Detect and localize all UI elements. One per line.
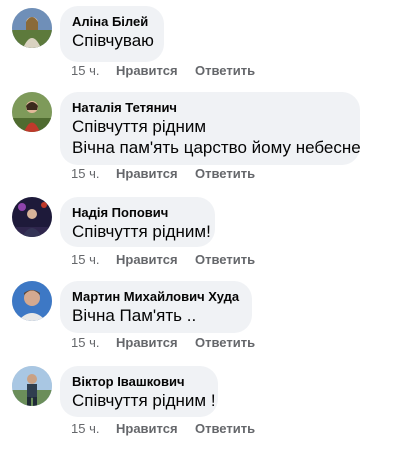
reply-button[interactable]: Ответить bbox=[195, 252, 255, 268]
comment-text: Співчуваю bbox=[72, 31, 154, 50]
comment-author[interactable]: Наталія Тетянич bbox=[72, 99, 348, 116]
avatar-photo-icon bbox=[12, 366, 52, 406]
comment-meta: 15 ч. Нравится Ответить bbox=[71, 63, 255, 79]
comment-author[interactable]: Мартин Михайлович Худа bbox=[72, 288, 240, 305]
comment-bubble: Віктор Івашкович Співчуття рідним ! bbox=[60, 366, 218, 417]
avatar-photo-icon bbox=[12, 281, 52, 321]
comment-text: Співчуття рідним! bbox=[72, 222, 211, 241]
comment-meta: 15 ч. Нравится Ответить bbox=[71, 252, 255, 268]
like-button[interactable]: Нравится bbox=[116, 252, 195, 268]
avatar[interactable] bbox=[12, 92, 52, 132]
like-button[interactable]: Нравится bbox=[116, 63, 195, 79]
comment-author[interactable]: Віктор Івашкович bbox=[72, 373, 206, 390]
comment-bubble: Аліна Білей Співчуваю bbox=[60, 6, 164, 62]
comment-text: Вічна пам'ять царство йому небесне bbox=[72, 138, 361, 157]
comment-meta: 15 ч. Нравится Ответить bbox=[71, 166, 255, 182]
comment-time[interactable]: 15 ч. bbox=[71, 335, 116, 351]
reply-button[interactable]: Ответить bbox=[195, 63, 255, 79]
comment-time[interactable]: 15 ч. bbox=[71, 252, 116, 268]
avatar[interactable] bbox=[12, 281, 52, 321]
like-button[interactable]: Нравится bbox=[116, 421, 195, 437]
like-button[interactable]: Нравится bbox=[116, 335, 195, 351]
avatar-photo-icon bbox=[12, 8, 52, 48]
comment-time[interactable]: 15 ч. bbox=[71, 166, 116, 182]
comment-text: Вічна Пам'ять .. bbox=[72, 306, 197, 325]
reply-button[interactable]: Ответить bbox=[195, 421, 255, 437]
avatar[interactable] bbox=[12, 8, 52, 48]
reply-button[interactable]: Ответить bbox=[195, 335, 255, 351]
comment-author[interactable]: Надія Попович bbox=[72, 204, 203, 221]
comment-text: Співчуття рідним bbox=[72, 117, 207, 136]
like-button[interactable]: Нравится bbox=[116, 166, 195, 182]
comment-text: Співчуття рідним ! bbox=[72, 391, 216, 410]
comment-bubble: Наталія Тетянич Співчуття рідним Вічна п… bbox=[60, 92, 361, 165]
comment-author[interactable]: Аліна Білей bbox=[72, 13, 152, 30]
avatar[interactable] bbox=[12, 366, 52, 406]
comment-bubble: Мартин Михайлович Худа Вічна Пам'ять .. bbox=[60, 281, 252, 333]
comment-meta: 15 ч. Нравится Ответить bbox=[71, 335, 255, 351]
avatar[interactable] bbox=[12, 197, 52, 237]
avatar-photo-icon bbox=[12, 197, 52, 237]
comment-time[interactable]: 15 ч. bbox=[71, 421, 116, 437]
avatar-photo-icon bbox=[12, 92, 52, 132]
comment-time[interactable]: 15 ч. bbox=[71, 63, 116, 79]
comment-bubble: Надія Попович Співчуття рідним! bbox=[60, 197, 215, 247]
reply-button[interactable]: Ответить bbox=[195, 166, 255, 182]
comment-meta: 15 ч. Нравится Ответить bbox=[71, 421, 255, 437]
